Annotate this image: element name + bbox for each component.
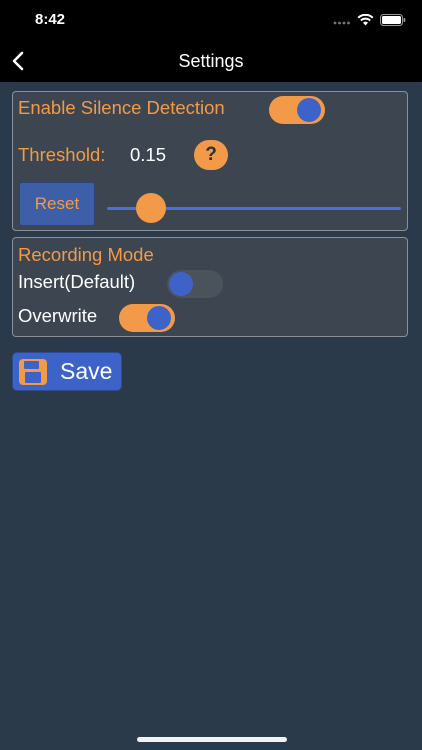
toggle-knob — [169, 272, 193, 296]
signal-icon — [333, 21, 350, 25]
silence-detection-panel: Enable Silence Detection Threshold: 0.15… — [12, 91, 408, 231]
battery-icon — [380, 14, 406, 26]
threshold-label: Threshold: — [18, 144, 106, 165]
insert-default-toggle[interactable] — [167, 270, 223, 298]
status-bar: 8:42 — [0, 0, 422, 42]
save-label: Save — [60, 358, 113, 384]
overwrite-toggle[interactable] — [119, 304, 175, 332]
save-button[interactable]: Save — [12, 352, 122, 391]
home-indicator — [137, 737, 287, 742]
overwrite-label: Overwrite — [18, 305, 98, 326]
reset-button[interactable]: Reset — [19, 182, 95, 226]
threshold-value: 0.15 — [130, 144, 167, 165]
slider-thumb[interactable] — [136, 193, 167, 223]
insert-default-label: Insert(Default) — [18, 271, 136, 292]
status-icons — [333, 14, 406, 26]
threshold-slider[interactable] — [107, 193, 401, 223]
floppy-disk-icon — [19, 358, 47, 385]
recording-mode-panel: Recording Mode Insert(Default) Overwrite — [12, 237, 408, 337]
help-icon[interactable]: ? — [194, 140, 228, 170]
page-title: Settings — [178, 51, 244, 71]
enable-silence-detection-label: Enable Silence Detection — [18, 97, 225, 118]
enable-silence-detection-toggle[interactable] — [269, 96, 325, 124]
toggle-knob — [297, 98, 321, 122]
wifi-icon — [357, 14, 374, 26]
recording-mode-title: Recording Mode — [18, 244, 154, 265]
nav-bar: Settings — [0, 42, 422, 82]
status-time: 8:42 — [35, 11, 66, 28]
toggle-knob — [147, 306, 171, 330]
